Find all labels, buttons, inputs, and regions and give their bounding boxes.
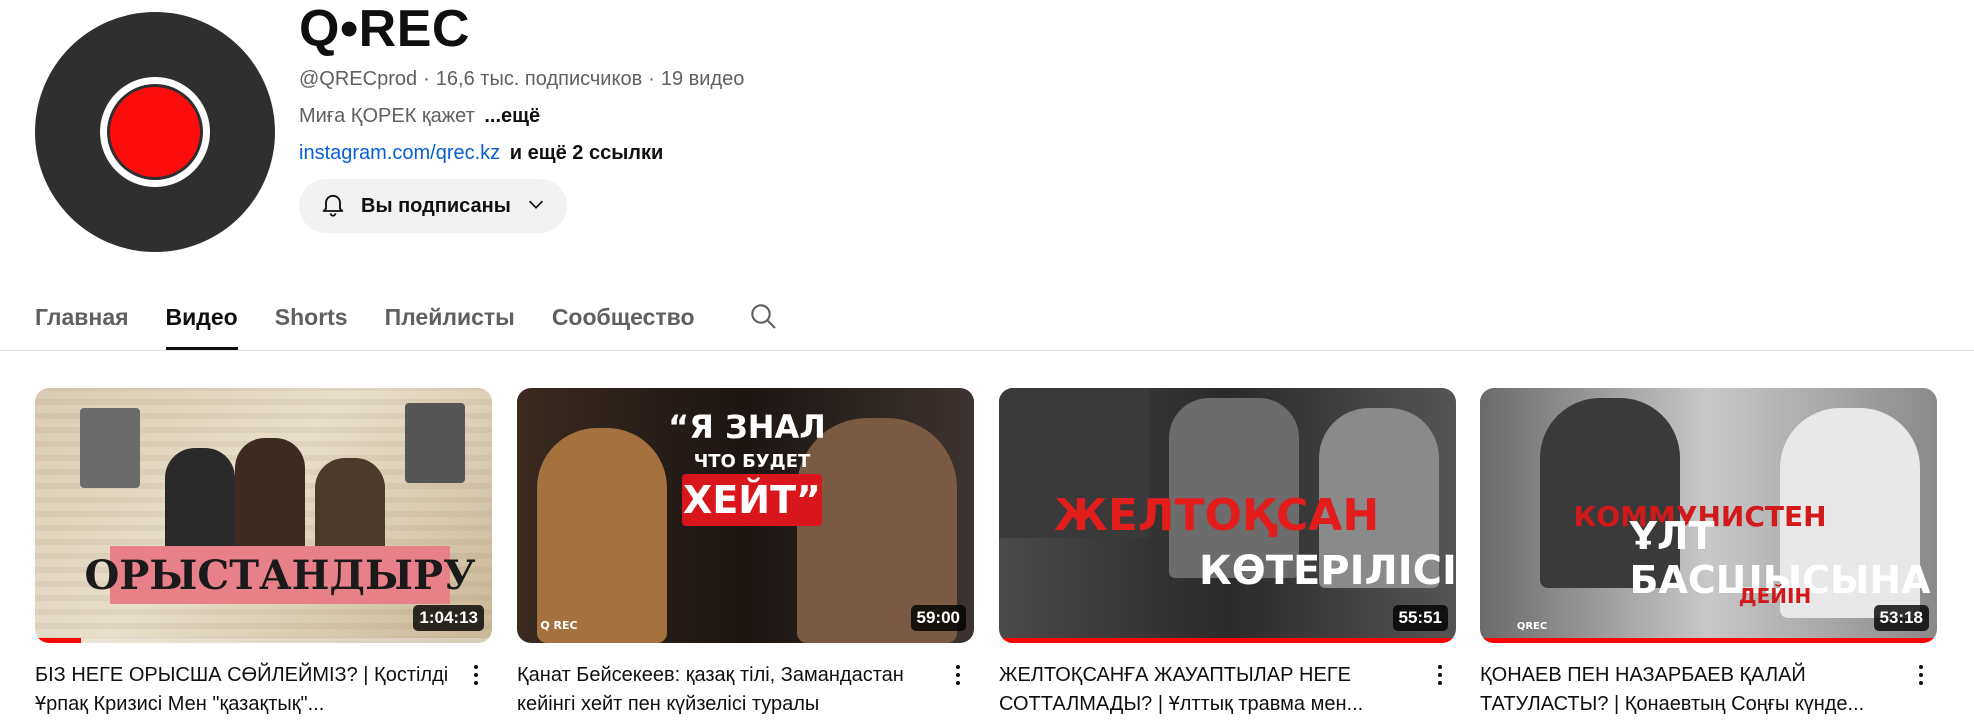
channel-meta: @QRECprod · 16,6 тыс. подписчиков · 19 в… <box>299 68 744 91</box>
search-icon[interactable] <box>747 300 779 337</box>
video-duration: 53:18 <box>1873 605 1929 631</box>
person-image <box>165 448 235 558</box>
video-card[interactable]: ОРЫСТАНДЫРУ 1:04:13 БІЗ НЕГЕ ОРЫСША СӨЙЛ… <box>35 388 492 719</box>
progress-track <box>35 638 492 643</box>
tabs-divider <box>0 350 1974 351</box>
tab-home[interactable]: Главная <box>35 300 129 350</box>
channel-avatar[interactable] <box>35 12 275 252</box>
bell-icon <box>319 190 347 223</box>
video-thumbnail[interactable]: “Я ЗНАЛ ЧТО БУДЕТ ХЕЙТ” Q REC 59:00 <box>517 388 974 643</box>
subscribed-label: Вы подписаны <box>361 194 511 217</box>
video-title[interactable]: ЖЕЛТОҚСАНҒА ЖАУАПТЫЛАР НЕГЕ СОТТАЛМАДЫ? … <box>999 661 1417 719</box>
thumbnail-caption: КӨТЕРІЛІСІ <box>1199 548 1456 594</box>
channel-title: Q•REC <box>299 0 470 58</box>
video-title[interactable]: Қанат Бейсекеев: қазақ тілі, Замандастан… <box>517 661 935 719</box>
person-image <box>537 428 667 643</box>
thumbnail-caption: ЖЕЛТОҚСАН <box>1054 489 1380 541</box>
video-card[interactable]: КОММУНИСТЕН ҰЛТ БАСШЫСЫНА ДЕЙІН QREC 53:… <box>1480 388 1937 719</box>
video-thumbnail[interactable]: ЖЕЛТОҚСАН КӨТЕРІЛІСІ 55:51 <box>999 388 1456 643</box>
channel-handle: @QRECprod <box>299 68 418 90</box>
meta-separator: · <box>423 68 430 90</box>
thumbnail-caption: “Я ЗНАЛ <box>668 408 826 446</box>
avatar-inner-ring <box>107 84 203 180</box>
more-options-icon[interactable] <box>464 660 488 690</box>
qrec-logo: Q REC <box>540 618 578 632</box>
channel-tabs: Главная Видео Shorts Плейлисты Сообществ… <box>35 300 779 350</box>
video-duration: 59:00 <box>910 605 966 631</box>
more-options-icon[interactable] <box>1428 660 1452 690</box>
watch-progress <box>1480 638 1937 643</box>
chevron-down-icon <box>525 193 547 220</box>
meta-separator: · <box>648 68 655 90</box>
tab-videos[interactable]: Видео <box>165 300 238 350</box>
thumbnail-caption: ЧТО БУДЕТ <box>693 450 811 472</box>
instagram-link[interactable]: instagram.com/qrec.kz <box>299 142 500 164</box>
video-thumbnail[interactable]: КОММУНИСТЕН ҰЛТ БАСШЫСЫНА ДЕЙІН QREC 53:… <box>1480 388 1937 643</box>
qrec-logo: QREC <box>1516 620 1548 632</box>
video-card[interactable]: “Я ЗНАЛ ЧТО БУДЕТ ХЕЙТ” Q REC 59:00 Қана… <box>517 388 974 719</box>
thumbnail-caption: ОРЫСТАНДЫРУ <box>84 546 476 604</box>
portrait-image <box>405 403 465 483</box>
subscriber-count: 16,6 тыс. подписчиков <box>435 68 643 90</box>
video-thumbnail[interactable]: ОРЫСТАНДЫРУ 1:04:13 <box>35 388 492 643</box>
thumbnail-caption: ХЕЙТ” <box>682 474 822 526</box>
channel-description[interactable]: Миға ҚОРЕК қажет ...ещё <box>299 105 744 128</box>
watch-progress <box>35 638 81 643</box>
more-links-button[interactable]: и ещё 2 ссылки <box>510 142 664 164</box>
person-image <box>235 438 305 558</box>
more-options-icon[interactable] <box>1909 660 1933 690</box>
record-dot-icon <box>110 87 200 177</box>
thumbnail-caption: ҰЛТ БАСШЫСЫНА <box>1629 514 1931 602</box>
video-count: 19 видео <box>660 68 745 90</box>
more-options-icon[interactable] <box>946 660 970 690</box>
tab-playlists[interactable]: Плейлисты <box>385 300 515 350</box>
tab-community[interactable]: Сообщество <box>552 300 695 350</box>
video-title[interactable]: ҚОНАЕВ ПЕН НАЗАРБАЕВ ҚАЛАЙ ТАТУЛАСТЫ? | … <box>1480 661 1898 719</box>
subscribed-button[interactable]: Вы подписаны <box>299 179 567 233</box>
description-text: Миға ҚОРЕК қажет <box>299 105 475 127</box>
avatar-ring <box>100 77 210 187</box>
channel-info: Q•REC @QRECprod · 16,6 тыс. подписчиков … <box>299 0 744 233</box>
channel-links: instagram.com/qrec.kz и ещё 2 ссылки <box>299 142 744 165</box>
portrait-image <box>80 408 140 488</box>
tab-shorts[interactable]: Shorts <box>275 300 348 350</box>
video-title[interactable]: БІЗ НЕГЕ ОРЫСША СӨЙЛЕЙМІЗ? | Қостілді Ұр… <box>35 661 453 719</box>
video-duration: 1:04:13 <box>413 605 484 631</box>
person-image <box>315 458 385 558</box>
watch-progress <box>999 638 1456 643</box>
video-duration: 55:51 <box>1392 605 1448 631</box>
thumbnail-caption: ДЕЙІН <box>1738 584 1812 608</box>
video-card[interactable]: ЖЕЛТОҚСАН КӨТЕРІЛІСІ 55:51 ЖЕЛТОҚСАНҒА Ж… <box>999 388 1456 719</box>
description-more-link[interactable]: ...ещё <box>484 105 540 127</box>
